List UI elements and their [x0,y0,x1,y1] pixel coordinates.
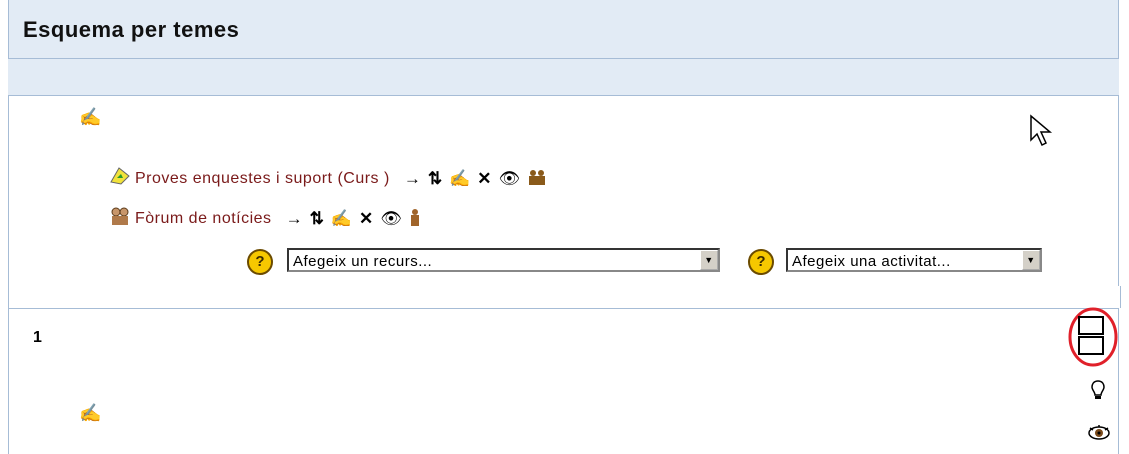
activity-link-forum[interactable]: Fòrum de notícies [135,210,272,228]
move-updown-icon[interactable]: ⇅ [310,209,324,228]
section-divider [8,286,1121,308]
visibility-icon[interactable] [1087,424,1111,442]
add-activity-value: Afegeix una activitat... [792,253,951,270]
visibility-icon[interactable]: 👁 [499,169,521,188]
chat-icon [109,166,131,191]
mouse-cursor-icon [1030,114,1053,147]
group-mode-icon[interactable] [409,208,421,230]
header-strip [8,59,1119,95]
delete-icon[interactable]: ✕ [477,169,491,188]
section-number: 1 [33,329,42,346]
add-resource-select[interactable]: Afegeix un recurs... ▼ [287,248,720,272]
topic-section-0: ✍ Proves enquestes i suport (Curs ) → ⇅ … [8,95,1119,287]
list-item: Fòrum de notícies → ⇅ ✍ ✕ 👁 [109,206,421,231]
add-activity-select[interactable]: Afegeix una activitat... ▼ [786,248,1042,272]
highlight-lightbulb-icon[interactable] [1090,379,1106,403]
visibility-icon[interactable]: 👁 [380,209,402,228]
help-icon[interactable]: ? [748,249,774,275]
edit-icon[interactable]: ✍ [331,209,352,228]
edit-summary-icon[interactable]: ✍ [79,404,101,422]
edit-summary-icon[interactable]: ✍ [79,108,101,126]
activity-tools: → ⇅ ✍ ✕ 👁 [404,169,547,189]
forum-icon [109,206,131,231]
activity-link-chat[interactable]: Proves enquestes i suport (Curs ) [135,170,390,188]
course-format-header: Esquema per temes [8,0,1119,59]
topic-section-1: 1 ✍ [8,306,1119,454]
delete-icon[interactable]: ✕ [359,209,373,228]
chevron-down-icon[interactable]: ▼ [700,250,718,270]
activity-tools: → ⇅ ✍ ✕ 👁 [286,208,421,230]
page-title: Esquema per temes [23,17,240,42]
move-right-icon[interactable]: → [404,169,421,188]
show-only-topic-icon[interactable] [1067,306,1119,368]
add-resource-value: Afegeix un recurs... [293,253,433,270]
list-item: Proves enquestes i suport (Curs ) → ⇅ ✍ … [109,166,547,191]
move-updown-icon[interactable]: ⇅ [428,169,442,188]
groups-icon[interactable] [527,169,547,189]
chevron-down-icon[interactable]: ▼ [1022,250,1040,270]
move-right-icon[interactable]: → [286,209,303,228]
edit-icon[interactable]: ✍ [449,169,470,188]
help-icon[interactable]: ? [247,249,273,275]
